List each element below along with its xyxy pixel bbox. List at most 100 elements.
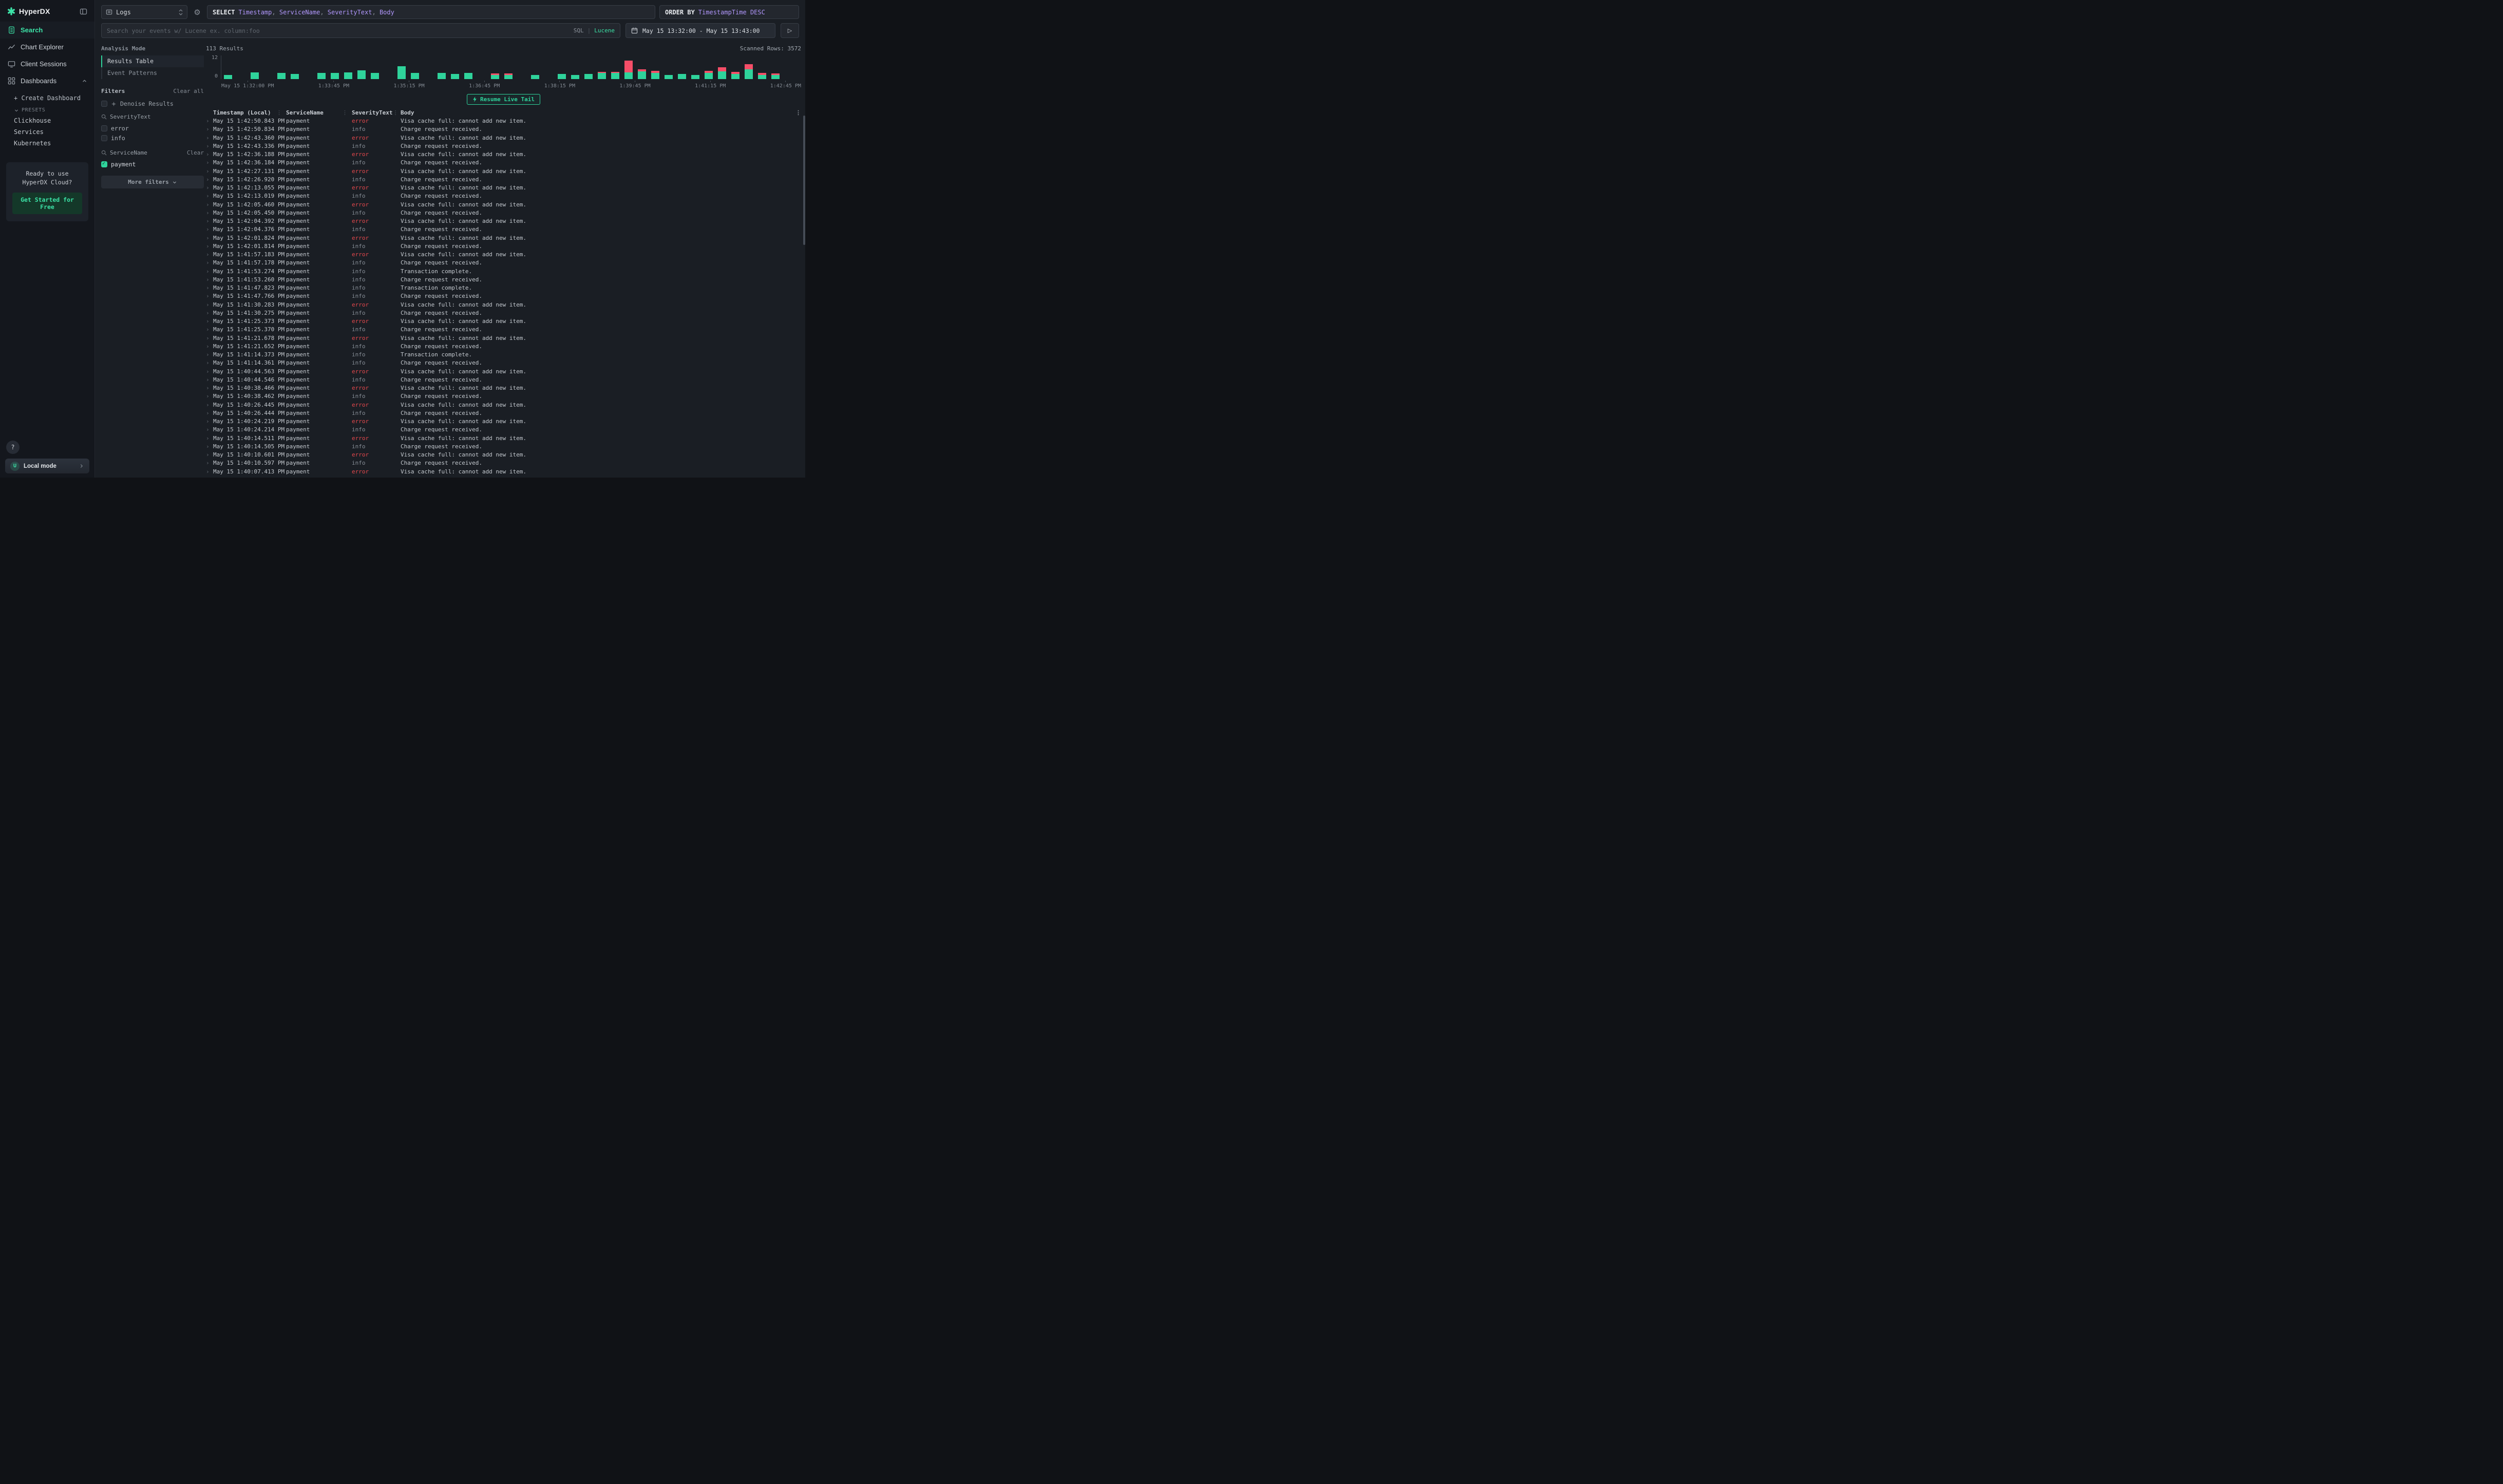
histogram-bar[interactable]	[691, 55, 699, 79]
table-row[interactable]: ›May 15 1:41:47.823 PMpaymentinfoTransac…	[206, 284, 801, 292]
table-row[interactable]: ›May 15 1:40:10.601 PMpaymenterrorVisa c…	[206, 451, 801, 459]
histogram-bar[interactable]	[584, 55, 593, 79]
table-row[interactable]: ›May 15 1:41:25.370 PMpaymentinfoCharge …	[206, 326, 801, 334]
histogram-bar[interactable]	[771, 55, 780, 79]
histogram-bar[interactable]	[451, 55, 459, 79]
table-row[interactable]: ›May 15 1:42:43.336 PMpaymentinfoCharge …	[206, 142, 801, 150]
row-expand-icon[interactable]: ›	[206, 409, 213, 417]
histogram-bar[interactable]	[251, 55, 259, 79]
column-header-severitytext[interactable]: SeverityText⋮	[352, 108, 401, 117]
table-row[interactable]: ›May 15 1:41:21.652 PMpaymentinfoCharge …	[206, 343, 801, 351]
row-expand-icon[interactable]: ›	[206, 284, 213, 292]
facet-name[interactable]: ServiceName	[110, 149, 184, 156]
row-expand-icon[interactable]: ›	[206, 125, 213, 134]
table-row[interactable]: ›May 15 1:42:13.019 PMpaymentinfoCharge …	[206, 192, 801, 200]
row-expand-icon[interactable]: ›	[206, 117, 213, 125]
scrollbar-thumb[interactable]	[803, 116, 805, 245]
row-expand-icon[interactable]: ›	[206, 176, 213, 184]
table-row[interactable]: ›May 15 1:40:14.511 PMpaymenterrorVisa c…	[206, 434, 801, 443]
row-expand-icon[interactable]: ›	[206, 150, 213, 159]
histogram-bar[interactable]	[731, 55, 739, 79]
sidebar-item-search[interactable]: Search	[0, 22, 94, 39]
column-header-body[interactable]: Body	[401, 108, 793, 117]
analysis-mode-event-patterns[interactable]: Event Patterns	[101, 67, 204, 79]
histogram-bar[interactable]	[531, 55, 539, 79]
table-row[interactable]: ›May 15 1:42:05.450 PMpaymentinfoCharge …	[206, 209, 801, 217]
histogram-bar[interactable]	[384, 55, 392, 79]
get-started-button[interactable]: Get Started for Free	[12, 193, 82, 214]
table-row[interactable]: ›May 15 1:41:14.361 PMpaymentinfoCharge …	[206, 359, 801, 367]
search-input[interactable]	[102, 24, 620, 37]
run-query-button[interactable]: ▷	[781, 23, 799, 38]
facet-name[interactable]: SeverityText	[110, 113, 204, 120]
filter-option-error[interactable]: error	[101, 123, 204, 133]
histogram-bar[interactable]	[758, 55, 766, 79]
row-expand-icon[interactable]: ›	[206, 225, 213, 234]
table-row[interactable]: ›May 15 1:41:25.373 PMpaymenterrorVisa c…	[206, 317, 801, 326]
histogram-bar[interactable]	[665, 55, 673, 79]
histogram-bar[interactable]	[678, 55, 686, 79]
histogram-bar[interactable]	[424, 55, 432, 79]
create-dashboard-link[interactable]: + Create Dashboard	[0, 92, 94, 104]
resume-live-tail-button[interactable]: Resume Live Tail	[467, 94, 540, 105]
table-row[interactable]: ›May 15 1:40:44.563 PMpaymenterrorVisa c…	[206, 368, 801, 376]
row-expand-icon[interactable]: ›	[206, 443, 213, 451]
table-row[interactable]: ›May 15 1:40:10.597 PMpaymentinfoCharge …	[206, 459, 801, 467]
row-expand-icon[interactable]: ›	[206, 417, 213, 426]
table-row[interactable]: ›May 15 1:42:27.131 PMpaymenterrorVisa c…	[206, 167, 801, 176]
histogram-bar[interactable]	[264, 55, 272, 79]
table-row[interactable]: ›May 15 1:41:30.275 PMpaymentinfoCharge …	[206, 309, 801, 317]
table-row[interactable]: ›May 15 1:42:04.392 PMpaymenterrorVisa c…	[206, 217, 801, 225]
table-row[interactable]: ›May 15 1:42:01.824 PMpaymenterrorVisa c…	[206, 234, 801, 242]
filter-option-info[interactable]: info	[101, 133, 204, 143]
row-expand-icon[interactable]: ›	[206, 259, 213, 267]
histogram-bar[interactable]	[571, 55, 579, 79]
row-expand-icon[interactable]: ›	[206, 159, 213, 167]
table-row[interactable]: ›May 15 1:42:01.814 PMpaymentinfoCharge …	[206, 242, 801, 251]
row-expand-icon[interactable]: ›	[206, 451, 213, 459]
histogram-bar[interactable]	[478, 55, 486, 79]
row-expand-icon[interactable]: ›	[206, 468, 213, 476]
table-row[interactable]: ›May 15 1:41:47.766 PMpaymentinfoCharge …	[206, 292, 801, 300]
table-row[interactable]: ›May 15 1:41:57.183 PMpaymenterrorVisa c…	[206, 251, 801, 259]
local-mode-button[interactable]: U Local mode	[5, 459, 89, 473]
histogram-bar[interactable]	[504, 55, 513, 79]
row-expand-icon[interactable]: ›	[206, 309, 213, 317]
histogram-bar[interactable]	[651, 55, 659, 79]
table-row[interactable]: ›May 15 1:41:57.178 PMpaymentinfoCharge …	[206, 259, 801, 267]
preset-clickhouse[interactable]: Clickhouse	[0, 115, 94, 126]
column-header-timestamp-local-[interactable]: Timestamp (Local)⋮	[213, 108, 286, 117]
histogram-bar[interactable]	[705, 55, 713, 79]
histogram-bar[interactable]	[611, 55, 619, 79]
histogram-bar[interactable]	[224, 55, 232, 79]
order-by-editor[interactable]: ORDER BY TimestampTime DESC	[659, 5, 799, 19]
filter-checkbox[interactable]	[101, 125, 107, 131]
histogram-bar[interactable]	[291, 55, 299, 79]
row-expand-icon[interactable]: ›	[206, 242, 213, 251]
histogram-bar[interactable]	[558, 55, 566, 79]
row-expand-icon[interactable]: ›	[206, 351, 213, 359]
row-expand-icon[interactable]: ›	[206, 292, 213, 300]
table-row[interactable]: ›May 15 1:41:53.274 PMpaymentinfoTransac…	[206, 268, 801, 276]
table-row[interactable]: ›May 15 1:42:50.834 PMpaymentinfoCharge …	[206, 125, 801, 134]
table-row[interactable]: ›May 15 1:42:43.360 PMpaymenterrorVisa c…	[206, 134, 801, 142]
table-row[interactable]: ›May 15 1:40:24.219 PMpaymenterrorVisa c…	[206, 417, 801, 426]
preset-kubernetes[interactable]: Kubernetes	[0, 138, 94, 149]
row-expand-icon[interactable]: ›	[206, 317, 213, 326]
row-expand-icon[interactable]: ›	[206, 251, 213, 259]
histogram-bar[interactable]	[638, 55, 646, 79]
column-resize-handle[interactable]: ⋮	[342, 108, 352, 117]
histogram-bar[interactable]	[598, 55, 606, 79]
table-row[interactable]: ›May 15 1:41:21.678 PMpaymenterrorVisa c…	[206, 334, 801, 343]
row-expand-icon[interactable]: ›	[206, 384, 213, 392]
filter-checkbox[interactable]	[101, 135, 107, 141]
histogram-bar[interactable]	[624, 55, 633, 79]
table-row[interactable]: ›May 15 1:42:04.376 PMpaymentinfoCharge …	[206, 225, 801, 234]
language-lucene-option[interactable]: Lucene	[594, 27, 615, 34]
row-expand-icon[interactable]: ›	[206, 268, 213, 276]
row-expand-icon[interactable]: ›	[206, 368, 213, 376]
sidebar-item-client-sessions[interactable]: Client Sessions	[0, 55, 94, 72]
histogram-bar[interactable]	[357, 55, 366, 79]
table-row[interactable]: ›May 15 1:40:24.214 PMpaymentinfoCharge …	[206, 426, 801, 434]
histogram-bar[interactable]	[438, 55, 446, 79]
